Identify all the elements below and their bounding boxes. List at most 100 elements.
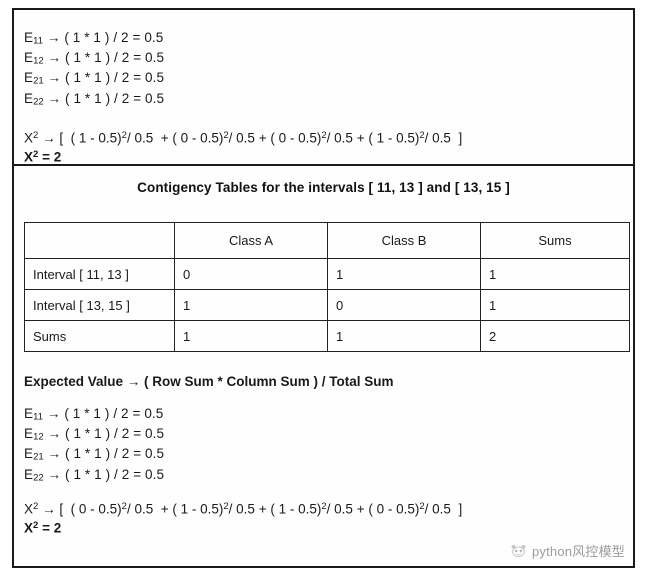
open-bracket: [ — [59, 130, 64, 146]
panda-face-icon — [510, 544, 527, 558]
chi-term-numerator: ( 1 - 0.5) — [172, 501, 224, 517]
table-row: Sums 1 1 2 — [24, 320, 630, 352]
cell-value: 0 — [327, 289, 481, 321]
expected-value-line: E21 → ( 1 * 1 ) / 2 = 0.5 — [24, 446, 633, 466]
row-label: Sums — [24, 320, 175, 352]
ev-subscript: 12 — [33, 55, 44, 67]
chi-term-denominator: / 0.5 — [126, 501, 154, 517]
chi-symbol: X — [24, 130, 34, 146]
expected-value-line: E21 → ( 1 * 1 ) / 2 = 0.5 — [24, 70, 633, 90]
chi-symbol: X — [24, 501, 34, 517]
column-header-sums: Sums — [480, 222, 630, 259]
expected-value-line: E11 → ( 1 * 1 ) / 2 = 0.5 — [24, 30, 633, 50]
bottom-expected-values-list: E11 → ( 1 * 1 ) / 2 = 0.5 E12 → ( 1 * 1 … — [14, 406, 633, 536]
arrow-icon: → — [47, 70, 62, 86]
ev-expression: ( 1 * 1 ) / 2 = 0.5 — [65, 426, 165, 442]
cell-value: 1 — [174, 289, 328, 321]
ev-symbol: E — [24, 30, 34, 45]
chi-result-value: = 2 — [42, 149, 62, 165]
top-expected-values-list: E11 → ( 1 * 1 ) / 2 = 0.5 E12 → ( 1 * 1 … — [24, 30, 633, 111]
chi-term-numerator: ( 0 - 0.5) — [172, 130, 224, 146]
ev-subscript: 11 — [33, 35, 43, 47]
arrow-icon: → — [47, 426, 62, 442]
ev-subscript: 21 — [33, 76, 44, 88]
ev-expression: ( 1 * 1 ) / 2 = 0.5 — [65, 466, 165, 482]
chi-term-denominator: / 0.5 — [326, 501, 353, 517]
chi-exponent: 2 — [33, 520, 39, 532]
chi-term-denominator: / 0.5 — [326, 130, 353, 146]
close-bracket: ] — [458, 501, 463, 517]
arrow-icon: → — [42, 130, 56, 146]
ev-symbol: E — [24, 446, 34, 462]
arrow-icon: → — [47, 90, 62, 106]
arrow-icon: → — [46, 30, 61, 45]
ev-subscript: 22 — [33, 96, 44, 108]
cell-value: 1 — [480, 258, 630, 290]
chi-square-formula: X2 → [ ( 1 - 0.5)2/ 0.5 + ( 0 - 0.5)2/ 0… — [24, 129, 463, 146]
chi-result-value: = 2 — [42, 520, 62, 536]
expected-value-line: E12 → ( 1 * 1 ) / 2 = 0.5 — [24, 50, 633, 70]
cell-value: 1 — [327, 320, 481, 352]
arrow-icon: → — [46, 406, 61, 421]
cell-value: 2 — [480, 320, 630, 352]
table-row: Interval [ 13, 15 ] 1 0 1 — [24, 289, 630, 321]
row-label: Interval [ 11, 13 ] — [24, 258, 175, 290]
chi-term-denominator: / 0.5 — [126, 130, 154, 146]
expected-value-rule: Expected Value → ( Row Sum * Column Sum … — [24, 374, 394, 389]
expected-value-line: E22 → ( 1 * 1 ) / 2 = 0.5 — [24, 467, 633, 487]
chi-term-numerator: ( 0 - 0.5) — [70, 501, 122, 517]
ev-expression: ( 1 * 1 ) / 2 = 0.5 — [65, 90, 165, 106]
column-header-class-b: Class B — [327, 222, 481, 259]
chi-term-denominator: / 0.5 — [228, 501, 255, 517]
arrow-icon: → — [47, 50, 62, 66]
ev-symbol: E — [24, 466, 34, 482]
ev-symbol: E — [24, 50, 34, 66]
chi-term-numerator: ( 0 - 0.5) — [368, 501, 420, 517]
cell-value: 1 — [174, 320, 328, 352]
ev-symbol: E — [24, 426, 34, 442]
cell-value: 0 — [174, 258, 328, 290]
arrow-icon: → — [47, 466, 62, 482]
chi-symbol: X — [24, 520, 34, 536]
chi-term-numerator: ( 0 - 0.5) — [270, 130, 322, 146]
chi-square-formula: X2 → [ ( 0 - 0.5)2/ 0.5 + ( 1 - 0.5)2/ 0… — [24, 500, 463, 517]
ev-subscript: 22 — [33, 472, 44, 484]
cell-value: 1 — [480, 289, 630, 321]
chi-term-numerator: ( 1 - 0.5) — [368, 130, 420, 146]
contingency-table: Class A Class B Sums Interval [ 11, 13 ]… — [24, 222, 630, 352]
arrow-icon: → — [42, 501, 56, 517]
ev-expression: ( 1 * 1 ) / 2 = 0.5 — [65, 50, 165, 66]
chi-square-result: X2 = 2 — [24, 517, 633, 536]
document-page: E11 → ( 1 * 1 ) / 2 = 0.5 E12 → ( 1 * 1 … — [12, 8, 635, 568]
chi-exponent: 2 — [33, 500, 39, 512]
cell-value: 1 — [327, 258, 481, 290]
row-label: Interval [ 13, 15 ] — [24, 289, 175, 321]
ev-symbol: E — [24, 90, 34, 106]
ev-expression: ( 1 * 1 ) / 2 = 0.5 — [64, 406, 164, 421]
expected-value-line: E12 → ( 1 * 1 ) / 2 = 0.5 — [24, 426, 633, 446]
chi-term-denominator: / 0.5 — [424, 130, 451, 146]
ev-expression: ( 1 * 1 ) / 2 = 0.5 — [65, 70, 165, 86]
close-bracket: ] — [458, 130, 463, 146]
contingency-table-wrapper: Class A Class B Sums Interval [ 11, 13 ]… — [14, 222, 633, 352]
column-header-blank — [24, 222, 175, 259]
open-bracket: [ — [59, 501, 64, 517]
table-header-row: Class A Class B Sums — [24, 222, 630, 259]
chi-term-numerator: ( 1 - 0.5) — [70, 130, 122, 146]
chi-term-denominator: / 0.5 — [228, 130, 255, 146]
expected-value-line: E11 → ( 1 * 1 ) / 2 = 0.5 — [24, 406, 633, 426]
top-calculation-section: E11 → ( 1 * 1 ) / 2 = 0.5 E12 → ( 1 * 1 … — [14, 10, 633, 166]
ev-subscript: 11 — [33, 411, 43, 423]
chi-square-result: X2 = 2 — [24, 146, 633, 165]
chi-symbol: X — [24, 149, 34, 165]
chi-exponent: 2 — [33, 129, 39, 141]
bottom-calculation-section: Contigency Tables for the intervals [ 11… — [14, 166, 633, 566]
chi-term-denominator: / 0.5 — [424, 501, 451, 517]
ev-expression: ( 1 * 1 ) / 2 = 0.5 — [65, 446, 165, 462]
ev-subscript: 12 — [33, 431, 44, 443]
arrow-icon: → — [47, 446, 62, 462]
ev-symbol: E — [24, 406, 34, 421]
ev-subscript: 21 — [33, 452, 44, 464]
